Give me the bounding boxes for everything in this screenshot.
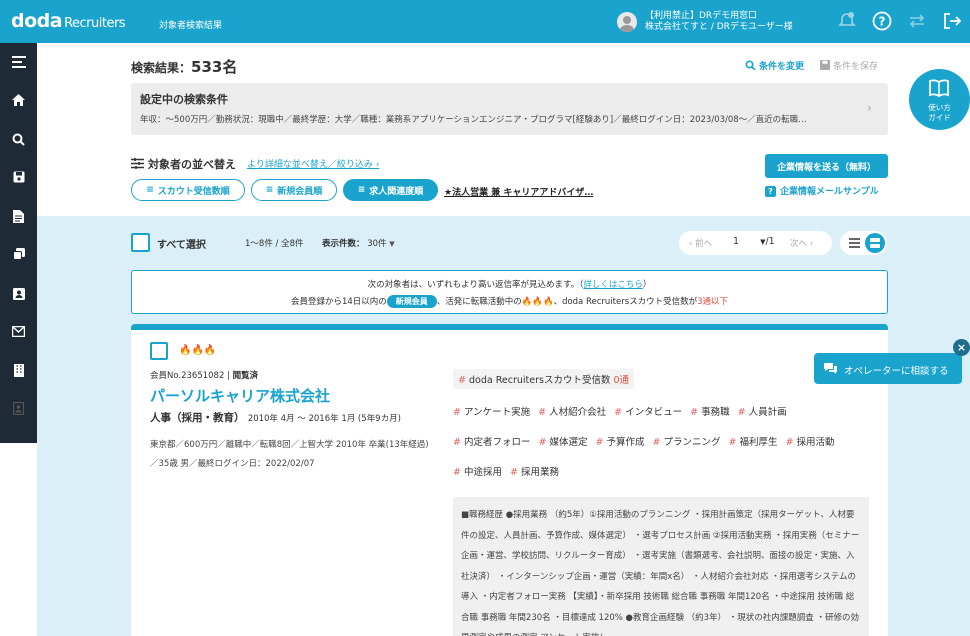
- change-conditions-link[interactable]: 条件を変更: [745, 59, 804, 72]
- candidate-info: 東京都／600万円／離職中／転職8回／上智大学 2010年 卒業(13年経過) ／…: [150, 440, 429, 469]
- logout-icon[interactable]: [942, 11, 962, 31]
- view-toggle: [840, 231, 887, 255]
- skill-tag: # 媒体選定: [538, 437, 588, 448]
- filter-lines-icon: ≡: [265, 185, 274, 195]
- skill-tag: # 採用活動: [785, 437, 835, 448]
- notice-line2: 会員登録から14日以内の 新規会員 、活発に転職活動中の🔥🔥🔥、doda Recru…: [290, 295, 729, 308]
- skill-tag: # 予算作成: [595, 437, 645, 448]
- sort-title: 対象者の並べ替え: [131, 156, 236, 172]
- sort-relevance-button[interactable]: ≡ 求人関連度順: [343, 179, 438, 201]
- skill-tag: # 事務職: [690, 407, 730, 418]
- filter-lines-icon: ≡: [357, 185, 366, 195]
- sort-scout-button[interactable]: ≡ スカウト受信数順: [131, 179, 245, 201]
- career-summary: ■職務経歴 ●採用業務 （約5年）①採用活動のプランニング ・採用計画策定（採用…: [453, 497, 869, 636]
- select-all-label: すべて選択: [157, 240, 206, 251]
- skill-tag: # 採用業務: [510, 467, 559, 478]
- chat-icon: [824, 363, 837, 374]
- skill-tag: # インタビュー: [614, 407, 683, 418]
- skill-tags: # アンケート実施 # 人材紹介会社 # インタビュー # 事務職 # 人員計画 # 内定…: [453, 398, 863, 488]
- detailed-sort-link[interactable]: より詳細な並べ替え／絞り込み ›: [247, 157, 379, 170]
- search-conditions-box[interactable]: 設定中の検索条件 年収：～500万円／勤務状況：現職中／最終学歴：大学／職種：業…: [131, 83, 888, 135]
- job-history: 人事（採用・教育） 2010年 4月 ～ 2016年 1月 (5年9カ月): [150, 412, 401, 424]
- operator-chat-button[interactable]: オペレーターに相談する: [814, 353, 962, 384]
- skill-tag: # 中途採用: [453, 467, 502, 478]
- pagination: ‹ 前へ 1 ▼/1 次へ ›: [679, 231, 832, 255]
- guide-button[interactable]: 使い方 ガイド: [909, 69, 970, 130]
- search-icon[interactable]: [0, 120, 37, 158]
- scout-count: # doda Recruitersスカウト受信数 0通: [453, 369, 635, 389]
- skill-tag: # 内定者フォロー: [453, 437, 531, 448]
- skill-tag: # 福利厚生: [728, 437, 778, 448]
- svg-text:?: ?: [879, 15, 886, 29]
- member-number: 会員No.23651082 | 閲覧済: [150, 371, 259, 381]
- close-icon[interactable]: ×: [953, 339, 970, 356]
- filter-lines-icon: ≡: [146, 185, 154, 195]
- page-select[interactable]: 1 ▼/1: [733, 236, 775, 247]
- bell-icon[interactable]: [837, 11, 857, 31]
- caret-down-icon: ▼: [389, 240, 395, 248]
- send-company-info-button[interactable]: 企業情報を送る（無料）: [765, 154, 888, 178]
- menu-icon[interactable]: [0, 43, 37, 81]
- save-icon: [820, 60, 830, 70]
- job-link[interactable]: ★法人営業 兼 キャリアアドバイザ…: [444, 185, 593, 198]
- guide-label: 使い方 ガイド: [928, 103, 951, 122]
- document-icon[interactable]: [0, 197, 37, 235]
- skill-tag: # プランニング: [652, 437, 721, 448]
- logo[interactable]: doda Recruiters: [11, 10, 126, 32]
- skill-tag: # アンケート実施: [453, 407, 531, 418]
- copy-icon[interactable]: [0, 235, 37, 273]
- flame-icons: 🔥🔥🔥: [521, 297, 554, 307]
- badge-icon[interactable]: [0, 389, 37, 427]
- notice-box: 次の対象者は、いずれもより高い返信率が見込めます。（詳しくはこちら） 会員登録か…: [131, 270, 888, 314]
- skill-tag: # 人員計画: [737, 407, 787, 418]
- notice-line1: 次の対象者は、いずれもより高い返信率が見込めます。（詳しくはこちら）: [367, 280, 652, 290]
- sort-icon: [131, 158, 144, 169]
- conditions-title: 設定中の検索条件: [140, 93, 228, 106]
- search-icon: [745, 60, 756, 71]
- skill-tag: # 人材紹介会社: [538, 407, 607, 418]
- book-icon: [929, 79, 949, 98]
- new-member-badge: 新規会員: [386, 295, 437, 308]
- top-header: doda Recruiters 対象者検索結果 【利用禁止】DRデモ用窓口 株式会社…: [0, 0, 970, 43]
- page-title: 対象者検索結果: [159, 21, 223, 31]
- mail-icon[interactable]: [0, 312, 37, 350]
- next-page-link[interactable]: 次へ ›: [790, 237, 813, 249]
- details-link[interactable]: 詳しくはこちら: [583, 280, 643, 290]
- company-name[interactable]: パーソルキャリア株式会社: [150, 385, 330, 406]
- home-icon[interactable]: [0, 81, 37, 119]
- conditions-text: 年収：～500万円／勤務状況：現職中／最終学歴：大学／職種：業務系アプリケーショ…: [140, 115, 807, 125]
- profile-card-icon[interactable]: [0, 274, 37, 312]
- card-view-icon[interactable]: [865, 233, 885, 253]
- sort-new-button[interactable]: ≡ 新規会員順: [251, 179, 337, 201]
- candidate-checkbox[interactable]: [150, 342, 168, 360]
- avatar: [617, 12, 637, 32]
- per-page-select[interactable]: 表示件数： 30件 ▼: [322, 237, 395, 249]
- result-range: 1～8件 / 全8件: [245, 239, 304, 249]
- flame-icon: 🔥🔥🔥: [179, 345, 217, 356]
- result-count: 検索結果：533名: [131, 58, 238, 76]
- mail-sample-link[interactable]: ? 企業情報メールサンプル: [765, 184, 879, 197]
- chevron-right-icon: ›: [867, 101, 872, 115]
- sidebar: [0, 43, 37, 443]
- switch-icon[interactable]: [907, 11, 927, 31]
- user-info[interactable]: 【利用禁止】DRデモ用窓口 株式会社てすと / DRデモユーザー様: [645, 11, 793, 33]
- list-view-icon[interactable]: [849, 238, 860, 248]
- building-icon[interactable]: [0, 351, 37, 389]
- select-all-checkbox[interactable]: [131, 233, 150, 252]
- save-conditions-link[interactable]: 条件を保存: [820, 59, 878, 72]
- prev-page-link[interactable]: ‹ 前へ: [689, 237, 712, 249]
- save-icon[interactable]: [0, 158, 37, 196]
- help-icon[interactable]: ?: [872, 11, 892, 31]
- help-square-icon: ?: [765, 186, 776, 197]
